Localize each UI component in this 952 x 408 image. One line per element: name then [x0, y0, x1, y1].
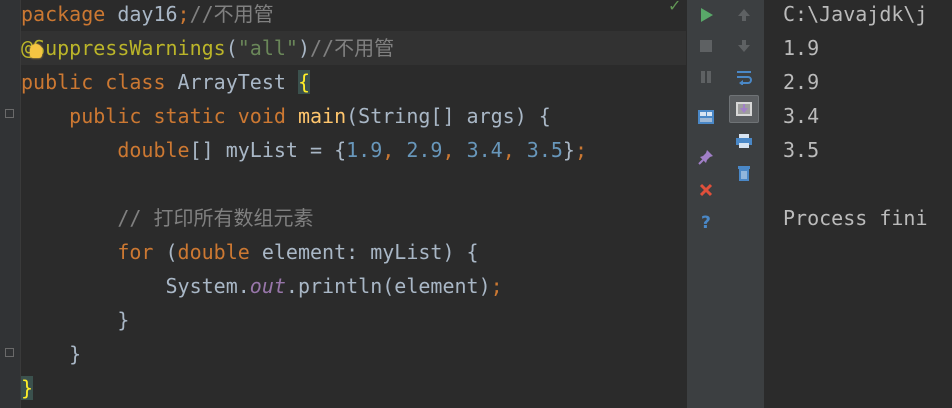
scroll-to-end-icon: [736, 102, 752, 116]
code-token: 2.9: [406, 138, 443, 162]
code-token: double: [177, 240, 262, 264]
pause-button[interactable]: [687, 62, 724, 92]
console-line: 3.5: [783, 138, 820, 162]
code-token: ,: [382, 138, 407, 162]
pin-icon: [697, 150, 713, 165]
pause-icon: [700, 71, 711, 83]
code-line[interactable]: public class ArrayTest {: [21, 65, 311, 99]
run-toolbar-left: ?: [686, 0, 725, 408]
dump-threads-button[interactable]: [687, 102, 724, 132]
code-token: for: [21, 240, 166, 264]
code-line[interactable]: double[] myList = {1.9, 2.9, 3.4, 3.5};: [21, 133, 587, 167]
console-line: 1.9: [783, 36, 820, 60]
help-button[interactable]: ?: [687, 207, 724, 237]
scroll-to-end-toggle[interactable]: [729, 95, 759, 123]
up-stack-button[interactable]: [724, 0, 764, 30]
code-token: [] myList = {: [189, 138, 347, 162]
ide-window: package day16;//不用管 @SuppressWarnings("al…: [0, 0, 952, 408]
print-icon: [736, 134, 752, 148]
code-token: day16: [117, 2, 178, 26]
code-token: 1.9: [346, 138, 383, 162]
lightbulb-icon[interactable]: [30, 44, 42, 58]
code-token: 3.5: [526, 138, 563, 162]
code-line[interactable]: public static void main(String[] args) {: [21, 99, 551, 133]
code-token: public static void: [21, 104, 298, 128]
code-token: @SuppressWarnings: [21, 36, 226, 60]
code-token: double: [21, 138, 190, 162]
up-arrow-icon: [738, 9, 750, 21]
code-token: // 打印所有数组元素: [21, 206, 314, 230]
code-token: out: [249, 274, 286, 298]
code-line[interactable]: System.out.println(element);: [21, 269, 503, 303]
code-token: .println(element): [285, 274, 491, 298]
code-token: main: [297, 104, 347, 128]
code-token: element: myList) {: [261, 240, 479, 264]
code-token: }: [21, 308, 130, 332]
code-token: ;: [177, 2, 190, 26]
code-token: (String[] args) {: [346, 104, 551, 128]
code-token: "all": [237, 36, 298, 60]
code-line[interactable]: package day16;//不用管: [21, 0, 274, 31]
code-token: {: [297, 70, 311, 94]
code-token: ;: [574, 138, 587, 162]
code-token: ;: [490, 274, 503, 298]
code-token: }: [21, 376, 34, 400]
code-line[interactable]: }: [21, 303, 129, 337]
fold-marker-class[interactable]: [5, 109, 14, 118]
code-line[interactable]: @SuppressWarnings("all")//不用管: [21, 31, 686, 65]
console-line: 3.4: [783, 104, 820, 128]
code-token: ,: [502, 138, 527, 162]
run-icon: [700, 8, 713, 22]
close-button[interactable]: [687, 175, 724, 205]
inspection-ok-icon: ✓: [668, 0, 682, 15]
trash-icon: [738, 166, 750, 181]
stop-button[interactable]: [687, 31, 724, 61]
close-icon: [699, 183, 712, 197]
code-token: }: [21, 342, 82, 366]
soft-wrap-button[interactable]: [724, 62, 764, 92]
run-console[interactable]: C:\Javajdk\j 1.9 2.9 3.4 3.5 Process fin…: [765, 0, 952, 408]
run-toolbar-right: [724, 0, 765, 408]
code-token: (: [225, 36, 238, 60]
code-token: System.: [21, 274, 250, 298]
down-stack-button[interactable]: [724, 31, 764, 61]
code-token: ,: [442, 138, 467, 162]
scroll-to-end-button[interactable]: [724, 94, 764, 124]
console-line: Process fini: [783, 206, 928, 230]
code-token: ): [297, 36, 311, 60]
pin-tab-button[interactable]: [687, 142, 724, 172]
code-token: public class: [21, 70, 178, 94]
console-line: 2.9: [783, 70, 820, 94]
code-line[interactable]: }: [21, 371, 34, 405]
code-editor[interactable]: package day16;//不用管 @SuppressWarnings("al…: [0, 0, 686, 408]
print-button[interactable]: [724, 126, 764, 156]
svg-text:?: ?: [701, 213, 711, 231]
code-token: package: [21, 2, 118, 26]
code-line[interactable]: }: [21, 337, 81, 371]
code-token: ArrayTest: [177, 70, 298, 94]
down-arrow-icon: [738, 40, 750, 52]
code-token: (: [165, 240, 178, 264]
code-line[interactable]: // 打印所有数组元素: [21, 201, 313, 235]
code-token: }: [562, 138, 575, 162]
code-token: 3.4: [466, 138, 503, 162]
code-line[interactable]: for (double element: myList) {: [21, 235, 479, 269]
editor-gutter: [0, 0, 20, 408]
soft-wrap-icon: [737, 71, 752, 85]
console-line: C:\Javajdk\j: [783, 2, 928, 26]
dump-threads-icon: [697, 110, 714, 124]
fold-marker-method[interactable]: [5, 348, 14, 357]
help-icon: ?: [701, 213, 711, 231]
rerun-button[interactable]: [687, 0, 724, 30]
code-token: //不用管: [189, 2, 274, 26]
code-token: //不用管: [310, 36, 395, 60]
stop-icon: [699, 40, 712, 52]
clear-all-button[interactable]: [724, 158, 764, 188]
